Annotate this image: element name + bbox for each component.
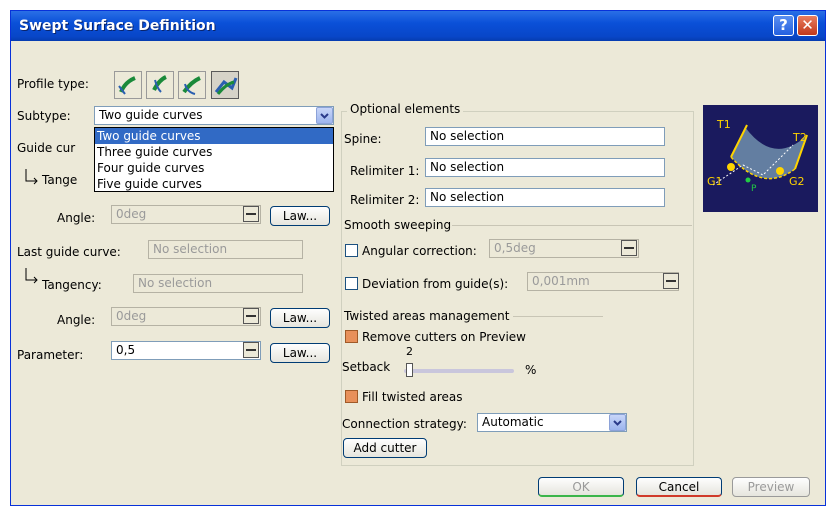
parameter-law-button[interactable]: Law... — [270, 343, 330, 363]
spine-label: Spine: — [344, 132, 382, 146]
fill-twisted-checkbox[interactable] — [345, 390, 358, 403]
deviation-checkbox[interactable] — [345, 277, 358, 290]
relimiter-2-label: Relimiter 2: — [350, 193, 420, 207]
angular-correction-checkbox[interactable] — [345, 244, 358, 257]
connection-strategy-combo[interactable]: Automatic — [477, 413, 627, 432]
chevron-down-icon[interactable] — [609, 414, 626, 431]
tangency-label: Tange — [42, 173, 78, 187]
angle-spinner[interactable] — [243, 206, 259, 222]
subtype-value: Two guide curves — [99, 108, 203, 122]
swept-preview-image: T1 T2 G1 G2 P — [703, 105, 818, 212]
angle-label: Angle: — [57, 211, 96, 225]
guide-curve-label: Guide cur — [17, 141, 76, 155]
explicit-profile-icon — [214, 77, 238, 95]
circle-profile-button[interactable] — [146, 71, 174, 99]
preview-label-p: P — [751, 184, 757, 194]
preview-button[interactable]: Preview — [732, 477, 810, 497]
help-button[interactable]: ? — [773, 15, 794, 36]
explicit-profile-button[interactable] — [211, 71, 239, 99]
optional-elements-title: Optional elements — [347, 102, 464, 116]
deviation-field[interactable]: 0,001mm — [527, 272, 679, 291]
remove-cutters-label: Remove cutters on Preview — [362, 330, 526, 344]
title-bar[interactable]: Swept Surface Definition ? ✕ — [11, 11, 825, 41]
swept-surface-dialog: Swept Surface Definition ? ✕ Profile typ… — [10, 10, 826, 506]
last-guide-curve-label: Last guide curve: — [17, 245, 121, 259]
preview-label-g2: G2 — [789, 175, 805, 188]
remove-cutters-checkbox[interactable] — [345, 330, 358, 343]
angle-field[interactable]: 0deg — [111, 205, 261, 224]
add-cutter-button[interactable]: Add cutter — [343, 438, 427, 458]
last-tangency-label: Tangency: — [42, 278, 102, 292]
fill-twisted-label: Fill twisted areas — [362, 390, 463, 404]
deviation-label: Deviation from guide(s): — [362, 277, 509, 291]
tangency-link-icon — [25, 169, 38, 185]
spine-field[interactable]: No selection — [425, 127, 665, 146]
parameter-label: Parameter: — [17, 348, 84, 362]
angular-correction-field[interactable]: 0,5deg — [489, 239, 639, 258]
last-angle-label: Angle: — [57, 313, 96, 327]
twisted-areas-title: Twisted areas management — [344, 309, 510, 323]
line-profile-button[interactable] — [114, 71, 142, 99]
parameter-field[interactable]: 0,5 — [111, 341, 261, 360]
last-angle-spinner[interactable] — [243, 308, 259, 324]
angular-correction-label: Angular correction: — [362, 244, 477, 258]
dialog-title: Swept Surface Definition — [19, 18, 216, 34]
line-profile-icon — [118, 76, 136, 95]
tangency-link-icon — [25, 268, 38, 284]
setback-unit: % — [525, 363, 537, 377]
subtype-label: Subtype: — [17, 109, 71, 123]
subtype-combo[interactable]: Two guide curves — [94, 106, 334, 125]
setback-label: Setback — [342, 360, 391, 374]
preview-label-t2: T2 — [792, 131, 807, 144]
cancel-button[interactable]: Cancel — [636, 477, 722, 497]
dropdown-option-three-guide-curves[interactable]: Three guide curves — [95, 144, 333, 160]
preview-label-t1: T1 — [716, 118, 731, 131]
connection-strategy-label: Connection strategy: — [342, 417, 467, 431]
conic-profile-icon — [182, 76, 201, 95]
smooth-sweeping-title: Smooth sweeping — [344, 218, 452, 232]
profile-type-label: Profile type: — [17, 77, 89, 91]
parameter-spinner[interactable] — [243, 342, 259, 358]
relimiter-2-field[interactable]: No selection — [425, 188, 665, 207]
last-tangency-field[interactable]: No selection — [133, 274, 303, 293]
close-button[interactable]: ✕ — [797, 15, 818, 36]
angular-correction-spinner[interactable] — [621, 240, 637, 256]
last-angle-field[interactable]: 0deg — [111, 307, 261, 326]
setback-slider-track[interactable] — [404, 369, 514, 373]
dropdown-option-four-guide-curves[interactable]: Four guide curves — [95, 160, 333, 176]
preview-label-g1: G1 — [707, 175, 723, 188]
last-angle-law-button[interactable]: Law... — [270, 308, 330, 328]
setback-slider-thumb[interactable] — [406, 363, 413, 377]
angle-law-button[interactable]: Law... — [270, 206, 330, 226]
dropdown-option-five-guide-curves[interactable]: Five guide curves — [95, 176, 333, 192]
chevron-down-icon[interactable] — [316, 107, 333, 124]
last-guide-curve-field[interactable]: No selection — [148, 240, 303, 259]
conic-profile-button[interactable] — [178, 71, 206, 99]
ok-button[interactable]: OK — [538, 477, 624, 497]
twisted-areas-divider — [513, 316, 603, 317]
relimiter-1-field[interactable]: No selection — [425, 158, 665, 177]
deviation-spinner[interactable] — [663, 273, 679, 289]
subtype-dropdown-list: Two guide curves Three guide curves Four… — [94, 127, 334, 192]
smooth-sweeping-divider — [452, 225, 692, 226]
setback-value: 2 — [406, 345, 413, 358]
circle-profile-icon — [152, 75, 167, 93]
dropdown-option-two-guide-curves[interactable]: Two guide curves — [95, 128, 333, 144]
relimiter-1-label: Relimiter 1: — [350, 164, 420, 178]
